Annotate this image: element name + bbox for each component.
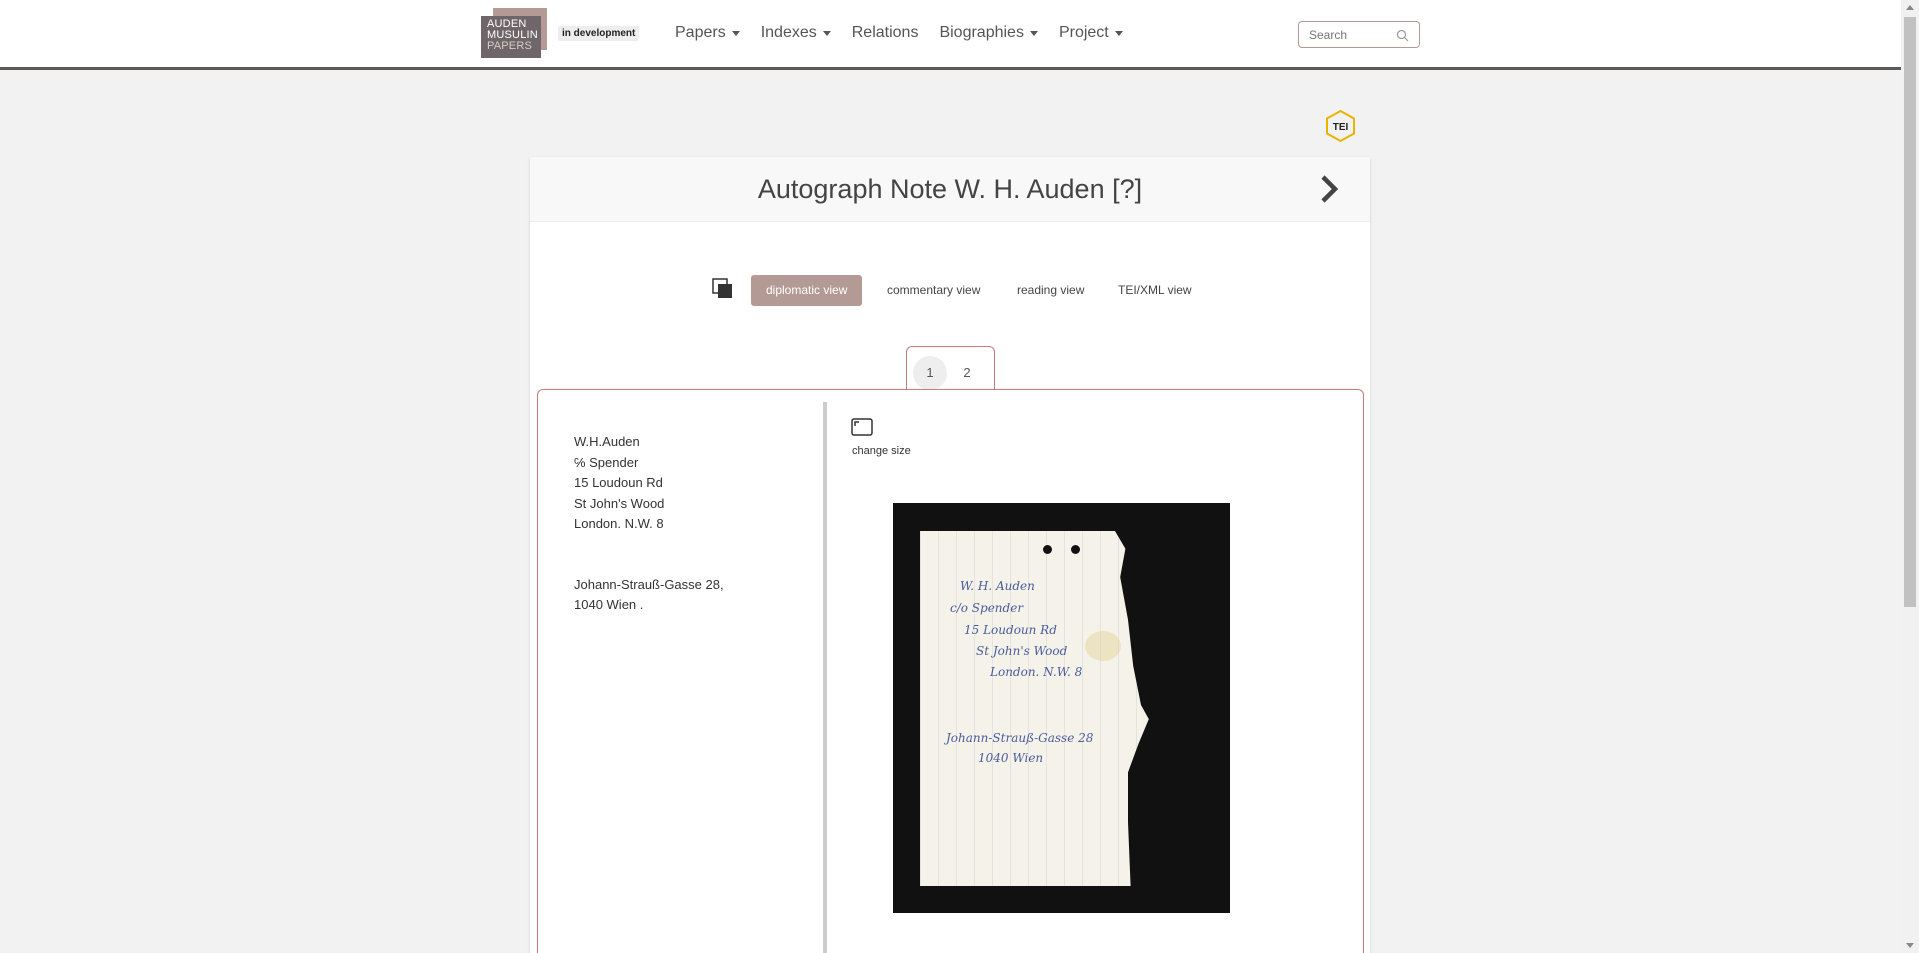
scroll-down-icon[interactable] bbox=[1906, 943, 1914, 948]
transcript-line: ℅ Spender bbox=[574, 454, 639, 470]
transcript-line: 15 Loudoun Rd bbox=[574, 475, 663, 490]
transcript-line: London. N.W. 8 bbox=[574, 516, 664, 531]
view-switcher: diplomatic view commentary view reading … bbox=[530, 275, 1370, 307]
search-box bbox=[1298, 21, 1420, 48]
top-navbar: AUDEN MUSULIN PAPERS in development Pape… bbox=[0, 0, 1901, 70]
nav-papers[interactable]: Papers bbox=[675, 24, 740, 42]
pane-divider[interactable] bbox=[823, 402, 827, 953]
change-size-link[interactable]: change size bbox=[852, 445, 911, 457]
page-scrollbar[interactable] bbox=[1901, 0, 1919, 953]
document-viewer: W.H.Auden ℅ Spender 15 Loudoun Rd St Joh… bbox=[537, 389, 1364, 953]
transcript-line: St John's Wood bbox=[574, 495, 665, 511]
handwriting-line: London. N.W. 8 bbox=[990, 665, 1083, 679]
caret-down-icon bbox=[1114, 30, 1123, 36]
paper-stain bbox=[1085, 631, 1121, 661]
nav-project[interactable]: Project bbox=[1059, 24, 1123, 42]
handwriting-line: 1040 Wien bbox=[978, 751, 1044, 765]
facsimile-paper: W. H. Auden c/o Spender 15 Loudoun Rd St… bbox=[920, 531, 1149, 886]
development-badge: in development bbox=[558, 26, 640, 41]
toggle-layout-icon[interactable] bbox=[712, 278, 734, 300]
main-nav: Papers Indexes Relations Biographies Pro… bbox=[675, 24, 1144, 42]
page-tabs: 1 2 bbox=[906, 346, 995, 390]
handwriting-line: Johann-Strauß-Gasse 28 bbox=[946, 731, 1094, 745]
nav-biographies-label: Biographies bbox=[939, 24, 1024, 41]
logo-text: AUDEN MUSULIN PAPERS bbox=[481, 16, 541, 58]
nav-indexes[interactable]: Indexes bbox=[761, 24, 831, 42]
scroll-thumb[interactable] bbox=[1904, 17, 1916, 607]
tei-label: TEI bbox=[1333, 122, 1349, 133]
scroll-up-icon[interactable] bbox=[1906, 5, 1914, 10]
handwriting-line: 15 Loudoun Rd bbox=[964, 623, 1057, 637]
tab-diplomatic-view[interactable]: diplomatic view bbox=[751, 275, 863, 306]
search-input[interactable] bbox=[1299, 22, 1391, 47]
nav-biographies[interactable]: Biographies bbox=[939, 24, 1038, 42]
nav-indexes-label: Indexes bbox=[760, 24, 817, 41]
transcript-line: W.H.Auden bbox=[574, 434, 640, 449]
tab-reading-view[interactable]: reading view bbox=[1002, 275, 1099, 306]
site-logo[interactable]: AUDEN MUSULIN PAPERS bbox=[481, 8, 547, 58]
nav-relations-label: Relations bbox=[851, 24, 919, 41]
handwriting-line: St John's Wood bbox=[976, 644, 1068, 658]
document-card: Autograph Note W. H. Auden [?] diplomati… bbox=[530, 157, 1370, 953]
nav-project-label: Project bbox=[1058, 24, 1109, 41]
search-icon[interactable] bbox=[1396, 29, 1409, 42]
tab-tei-xml-view[interactable]: TEI/XML view bbox=[1103, 275, 1207, 306]
card-header: Autograph Note W. H. Auden [?] bbox=[530, 157, 1370, 222]
transcription-text: W.H.Auden ℅ Spender 15 Loudoun Rd St Joh… bbox=[574, 432, 724, 616]
punch-hole bbox=[1071, 545, 1080, 554]
page-tab-2[interactable]: 2 bbox=[950, 356, 984, 390]
caret-down-icon bbox=[731, 30, 740, 36]
transcript-line: Johann-Strauß-Gasse 28, bbox=[574, 576, 724, 592]
facsimile-image[interactable]: W. H. Auden c/o Spender 15 Loudoun Rd St… bbox=[893, 503, 1230, 913]
resize-icon[interactable] bbox=[851, 418, 873, 436]
page-tab-1[interactable]: 1 bbox=[913, 356, 947, 390]
next-document-chevron-icon[interactable] bbox=[1314, 172, 1344, 206]
handwriting-line: c/o Spender bbox=[950, 601, 1024, 615]
tab-commentary-view[interactable]: commentary view bbox=[872, 275, 995, 306]
handwriting-line: W. H. Auden bbox=[960, 579, 1035, 593]
nav-papers-label: Papers bbox=[675, 24, 726, 41]
logo-line-3: PAPERS bbox=[487, 40, 533, 52]
caret-down-icon bbox=[822, 30, 831, 36]
transcript-line: 1040 Wien . bbox=[574, 597, 644, 612]
nav-relations[interactable]: Relations bbox=[852, 24, 919, 42]
punch-hole bbox=[1043, 545, 1052, 554]
tei-logo-icon[interactable]: TEI bbox=[1324, 109, 1357, 143]
caret-down-icon bbox=[1029, 30, 1038, 36]
page-title: Autograph Note W. H. Auden [?] bbox=[757, 174, 1143, 204]
